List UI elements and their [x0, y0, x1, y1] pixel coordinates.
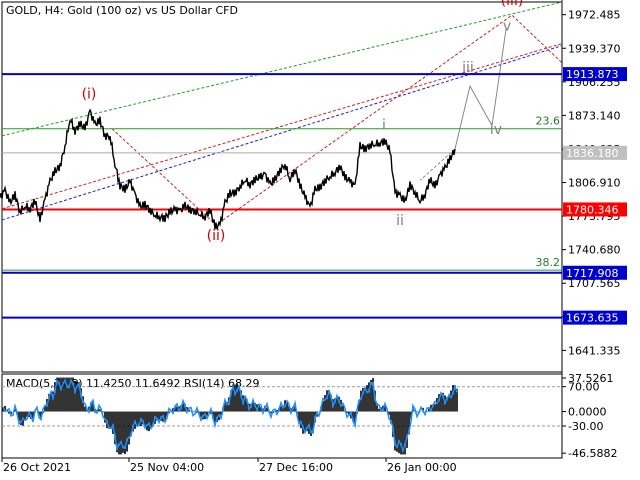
macd-tick-label-4: -46.5882 — [568, 447, 617, 460]
fibo-label-1: 38.2 — [536, 256, 561, 269]
time-axis: 26 Oct 2021 25 Nov 04:00 27 Dec 16:00 26 Ja… — [1, 458, 457, 474]
price-tick-label-1: 1939.370 — [568, 42, 621, 55]
wave-label-1: (ii) — [207, 228, 226, 244]
level-label-1: 1780.346 — [566, 203, 619, 216]
macd-tick-label-2: 0.0000 — [568, 406, 607, 419]
macd-tick-label-3: -30.00 — [568, 420, 603, 433]
forecast-connector — [419, 148, 456, 181]
price-axis: 1972.4851939.3701906.2551873.1401840.025… — [562, 9, 627, 357]
price-tick-label-5: 1806.910 — [568, 177, 621, 190]
wave-label-6: iv — [490, 122, 502, 138]
price-tick-label-7: 1740.680 — [568, 244, 621, 257]
price-line — [0, 108, 456, 230]
time-label-3: 26 Jan 00:00 — [387, 461, 457, 474]
level-label-3: 1673.635 — [566, 312, 619, 325]
level-label-0: 1913.873 — [566, 68, 619, 81]
trend-line-upper — [1, 1, 563, 137]
time-label-1: 25 Nov 04:00 — [130, 461, 204, 474]
wave-label-2: (iii) — [501, 0, 524, 9]
level-label-2: 1717.908 — [566, 267, 619, 280]
wave-label-7: v — [503, 18, 511, 34]
horizontal-levels: 23.6 38.2 — [2, 73, 562, 319]
wave-path-primary — [111, 14, 563, 226]
macd-indicator: 37.526170.000.0000-30.00-46.5882 — [2, 372, 617, 460]
wave-label-0: (i) — [82, 86, 97, 102]
price-chart[interactable]: 23.638.2 (i)(ii)(iii)iiiiiiivv 1972.4851… — [0, 0, 640, 480]
wave-label-5: iii — [462, 60, 474, 76]
wave-label-4: ii — [396, 213, 404, 229]
time-label-0: 26 Oct 2021 — [3, 461, 71, 474]
wave-label-3: i — [382, 118, 386, 134]
trend-line-blue — [1, 45, 563, 221]
price-series — [0, 108, 456, 230]
time-label-2: 27 Dec 16:00 — [259, 461, 333, 474]
fibo-label-0: 23.6 — [536, 115, 561, 128]
price-tick-label-3: 1873.140 — [568, 109, 621, 122]
current-price-label: 1836.180 — [566, 147, 619, 160]
trend-lines — [1, 1, 563, 226]
price-tick-label-0: 1972.485 — [568, 9, 621, 22]
macd-tick-label-1: 70.00 — [568, 381, 600, 394]
price-pane-frame — [1, 1, 563, 373]
price-tick-label-10: 1641.335 — [568, 344, 621, 357]
